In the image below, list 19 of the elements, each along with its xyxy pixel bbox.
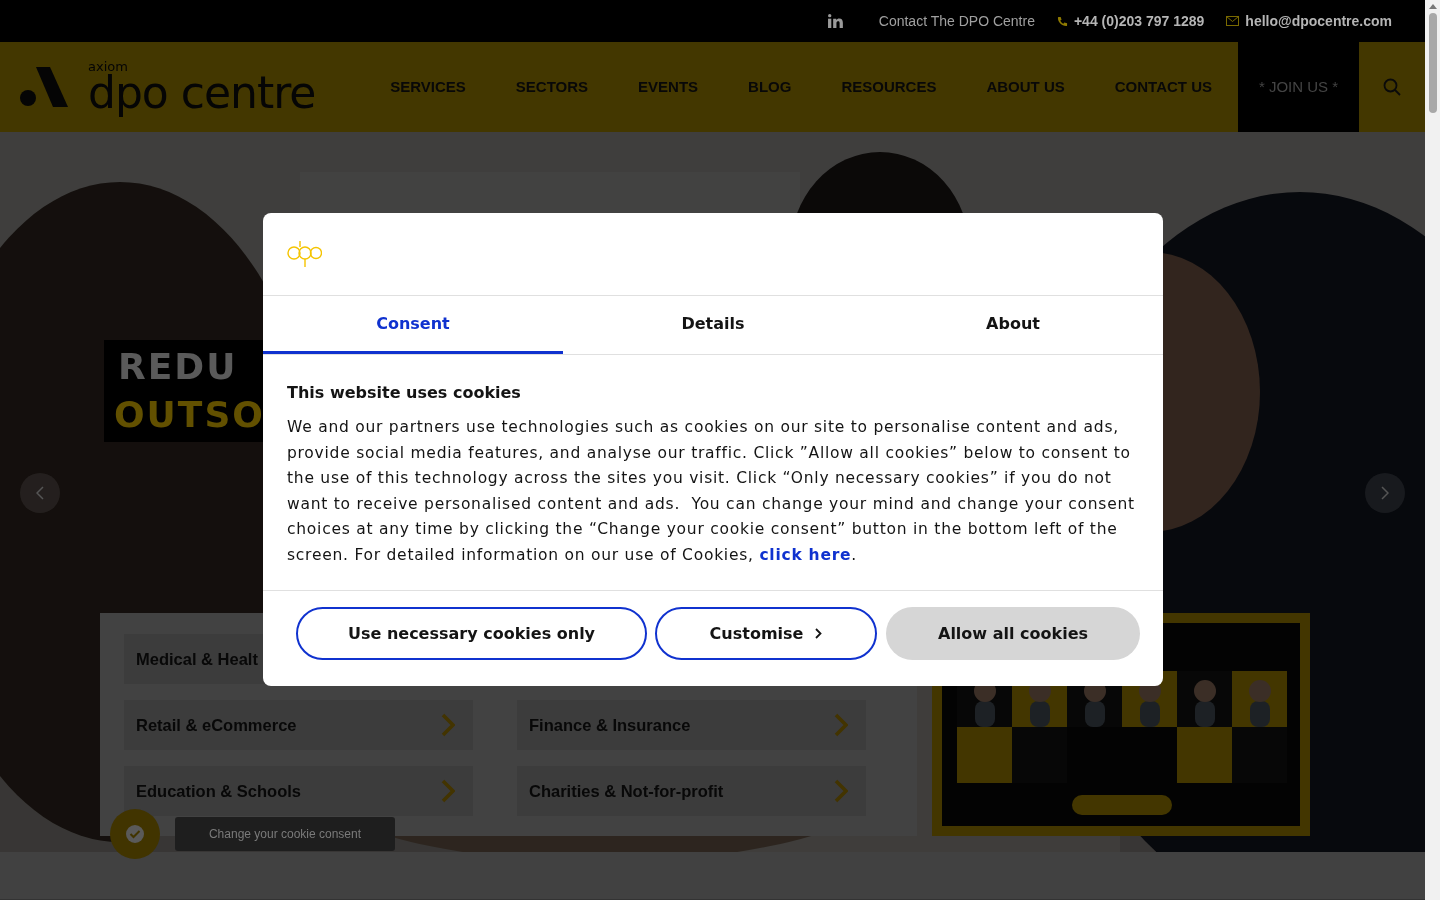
nav-link[interactable]: SERVICES xyxy=(390,75,466,99)
join-us-link[interactable]: * JOIN US * xyxy=(1238,42,1359,132)
contact-link[interactable]: Contact The DPO Centre xyxy=(878,10,1035,32)
linkedin-icon[interactable] xyxy=(827,14,843,28)
logo-small-text: axiom xyxy=(88,59,129,73)
logo-text: dpo centre xyxy=(88,70,316,115)
search-icon[interactable] xyxy=(1383,78,1401,96)
scrollbar[interactable] xyxy=(1425,0,1440,900)
envelope-icon xyxy=(1226,16,1240,26)
nav-link[interactable]: SECTORS xyxy=(515,75,589,99)
nav-link[interactable]: CONTACT US xyxy=(1114,75,1212,99)
axiom-logo-icon xyxy=(20,67,68,107)
phone-link[interactable]: +44 (0)203 797 1289 xyxy=(1056,10,1205,32)
nav-link[interactable]: RESOURCES xyxy=(841,75,937,99)
nav-link[interactable]: BLOG xyxy=(748,75,792,99)
nav-link[interactable]: EVENTS xyxy=(638,75,699,99)
email-link[interactable]: hello@dpocentre.com xyxy=(1226,10,1392,32)
nav-link[interactable]: ABOUT US xyxy=(986,75,1065,99)
phone-icon xyxy=(1056,15,1068,27)
